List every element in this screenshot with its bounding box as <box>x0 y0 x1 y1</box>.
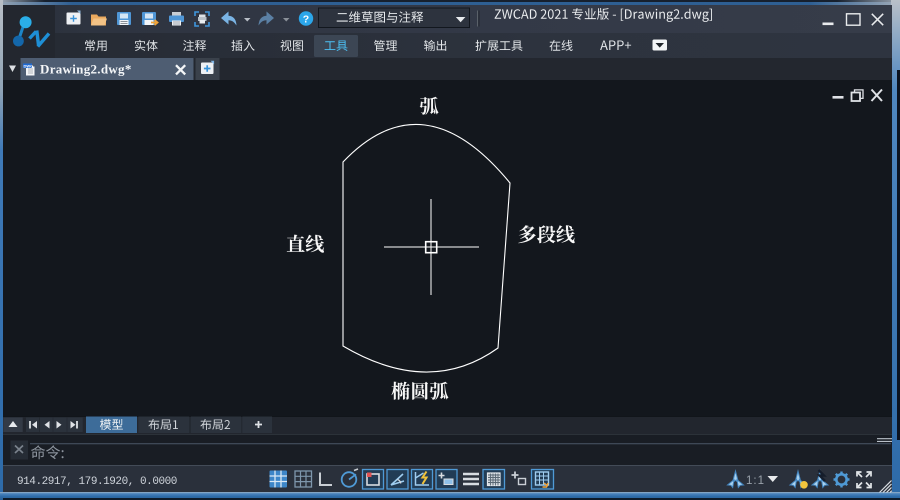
svg-text:DWG: DWG <box>24 63 34 68</box>
svg-text:1:1: 1:1 <box>746 475 765 487</box>
svg-text:Drawing2.dwg*: Drawing2.dwg* <box>40 62 132 77</box>
svg-text:914.2917, 179.1920, 0.0000: 914.2917, 179.1920, 0.0000 <box>17 476 177 488</box>
svg-text:?: ? <box>303 13 309 25</box>
